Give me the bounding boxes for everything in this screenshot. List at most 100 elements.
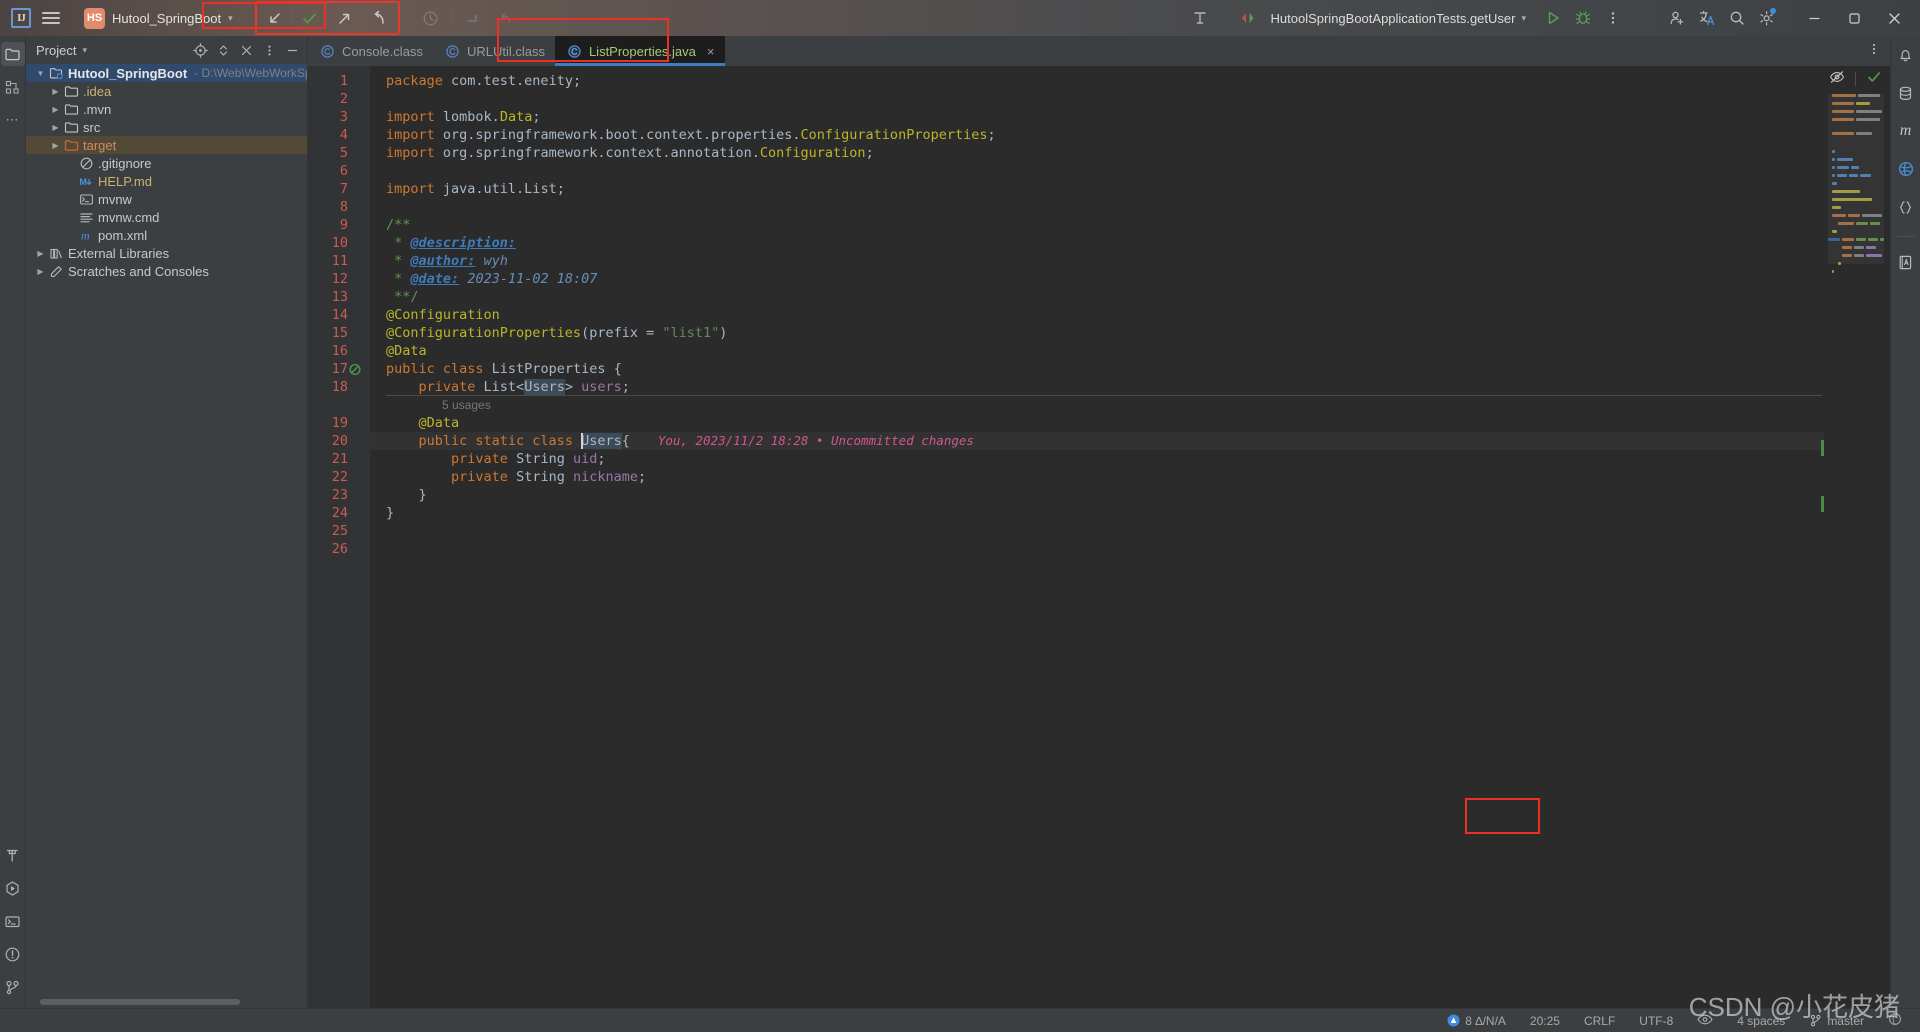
caret-position[interactable]: 20:25: [1526, 1013, 1564, 1029]
debug-bug-icon[interactable]: [1568, 4, 1598, 32]
chevron-right-icon[interactable]: ▶: [34, 267, 47, 276]
settings-gear-icon[interactable]: [1752, 4, 1782, 32]
code-line[interactable]: import lombok.Data;: [370, 108, 1824, 126]
maximize-icon[interactable]: [1834, 3, 1874, 33]
code-line[interactable]: @Data: [370, 342, 1824, 360]
arrow-down-left-icon[interactable]: [258, 4, 292, 32]
run-play-icon[interactable]: [1538, 4, 1568, 32]
tool-window-terminal[interactable]: [1, 909, 25, 933]
eye-crossed-icon[interactable]: [1829, 69, 1845, 90]
problems-widget[interactable]: 8 ∆/N/A: [1443, 1013, 1510, 1029]
chevron-right-icon[interactable]: ▶: [34, 249, 47, 258]
code-line[interactable]: [370, 90, 1824, 108]
checkmark-icon[interactable]: [293, 4, 327, 32]
inspection-suppress-icon[interactable]: [348, 360, 362, 378]
tree-node-scratches-and-consoles[interactable]: ▶Scratches and Consoles: [26, 262, 307, 280]
code-line[interactable]: @Configuration: [370, 306, 1824, 324]
editor-tab-urlutil-class[interactable]: URLUtil.class: [433, 36, 555, 66]
code-line[interactable]: **/: [370, 288, 1824, 306]
code-line[interactable]: private List<Users> users;: [370, 378, 1824, 396]
code-line[interactable]: }: [370, 486, 1824, 504]
options-button[interactable]: [258, 39, 280, 61]
tool-window-more[interactable]: ⋯: [1, 108, 25, 132]
code-line[interactable]: public class ListProperties {: [370, 360, 1824, 378]
hamburger-menu-icon[interactable]: [36, 4, 66, 32]
code-line[interactable]: import org.springframework.context.annot…: [370, 144, 1824, 162]
code-line[interactable]: package com.test.eneity;: [370, 72, 1824, 90]
arrow-up-right-icon[interactable]: [328, 4, 362, 32]
close-icon[interactable]: [1874, 3, 1914, 33]
more-vertical-icon[interactable]: [1598, 4, 1628, 32]
tool-window-run[interactable]: [1, 876, 25, 900]
minimize-button[interactable]: [281, 39, 303, 61]
tree-node--gitignore[interactable]: .gitignore: [26, 154, 307, 172]
editor-tab-listproperties-java[interactable]: ListProperties.java×: [555, 36, 725, 66]
code-line[interactable]: private String nickname;: [370, 468, 1824, 486]
tree-node-help-md[interactable]: MHELP.md: [26, 172, 307, 190]
tree-node-src[interactable]: ▶src: [26, 118, 307, 136]
search-icon[interactable]: [1722, 4, 1752, 32]
tool-window-notifications[interactable]: [1893, 42, 1919, 68]
search-everywhere-icon[interactable]: [1185, 4, 1215, 32]
chevron-down-icon[interactable]: ▼: [34, 69, 47, 78]
minimize-icon[interactable]: [1794, 3, 1834, 33]
project-selector[interactable]: HS Hutool_SpringBoot ▾: [76, 5, 241, 32]
chevron-right-icon[interactable]: ▶: [49, 105, 62, 114]
editor-tab-console-class[interactable]: Console.class: [308, 36, 433, 66]
project-tree-hscrollbar[interactable]: [26, 996, 307, 1008]
code-line[interactable]: [370, 162, 1824, 180]
code-line[interactable]: import org.springframework.boot.context.…: [370, 126, 1824, 144]
encoding[interactable]: UTF-8: [1635, 1013, 1677, 1029]
tool-window-json[interactable]: [1893, 194, 1919, 220]
project-tree[interactable]: ▼Hutool_SpringBoot- D:\Web\WebWorkSpace\…: [26, 64, 307, 996]
tree-node--idea[interactable]: ▶.idea: [26, 82, 307, 100]
line-separator[interactable]: CRLF: [1580, 1013, 1619, 1029]
code-line[interactable]: }: [370, 504, 1824, 522]
undo-arrow-icon[interactable]: [363, 4, 397, 32]
tree-node-hutool-springboot[interactable]: ▼Hutool_SpringBoot- D:\Web\WebWorkSpace\…: [26, 64, 307, 82]
tool-window-spring[interactable]: [1893, 156, 1919, 182]
checkmark-green-icon[interactable]: [1866, 69, 1882, 90]
tree-node-target[interactable]: ▶target: [26, 136, 307, 154]
tool-window-structure[interactable]: [1, 75, 25, 99]
code-text-area[interactable]: package com.test.eneity; import lombok.Da…: [370, 66, 1824, 1008]
code-line[interactable]: * @description:: [370, 234, 1824, 252]
tree-node-external-libraries[interactable]: ▶External Libraries: [26, 244, 307, 262]
code-line[interactable]: [370, 522, 1824, 540]
chevron-right-icon[interactable]: ▶: [49, 141, 62, 150]
code-line[interactable]: @Data: [370, 414, 1824, 432]
tab-close-icon[interactable]: ×: [707, 44, 715, 59]
tree-node-mvnw[interactable]: mvnw: [26, 190, 307, 208]
code-line[interactable]: public static class Users{You, 2023/11/2…: [370, 432, 1824, 450]
add-account-icon[interactable]: [1662, 4, 1692, 32]
intellij-logo-icon[interactable]: IJ: [6, 4, 36, 32]
tree-node-mvnw-cmd[interactable]: mvnw.cmd: [26, 208, 307, 226]
select-opened-file-button[interactable]: [189, 39, 211, 61]
translate-icon[interactable]: [1692, 4, 1722, 32]
chevron-right-icon[interactable]: ▶: [49, 87, 62, 96]
chevron-down-icon[interactable]: ▾: [82, 45, 87, 56]
chevron-right-icon[interactable]: ▶: [49, 123, 62, 132]
navigate-back-icon[interactable]: [1233, 4, 1263, 32]
tool-window-project[interactable]: [1, 42, 25, 66]
tool-window-git[interactable]: [1, 975, 25, 999]
tool-window-database[interactable]: [1893, 80, 1919, 106]
more-vertical-icon[interactable]: [1866, 41, 1882, 62]
code-line[interactable]: * @author: wyh: [370, 252, 1824, 270]
code-line[interactable]: private String uid;: [370, 450, 1824, 468]
tool-window-maven[interactable]: m: [1893, 118, 1919, 144]
run-configuration-selector[interactable]: HutoolSpringBootApplicationTests.getUser…: [1263, 8, 1535, 29]
tree-node-pom-xml[interactable]: mpom.xml: [26, 226, 307, 244]
step-over-icon[interactable]: [459, 4, 489, 32]
tool-window-dictionary[interactable]: [1893, 249, 1919, 275]
tree-node--mvn[interactable]: ▶.mvn: [26, 100, 307, 118]
code-line[interactable]: [370, 198, 1824, 216]
hide-panel-button[interactable]: [235, 39, 257, 61]
editor-gutter[interactable]: 1234567891011121314151617181920212223242…: [308, 66, 370, 1008]
code-vision-hint[interactable]: 5 usages: [386, 396, 491, 414]
tool-window-problems[interactable]: [1, 942, 25, 966]
code-line[interactable]: import java.util.List;: [370, 180, 1824, 198]
code-line[interactable]: @ConfigurationProperties(prefix = "list1…: [370, 324, 1824, 342]
collapse-all-button[interactable]: [212, 39, 234, 61]
code-line[interactable]: [370, 540, 1824, 558]
